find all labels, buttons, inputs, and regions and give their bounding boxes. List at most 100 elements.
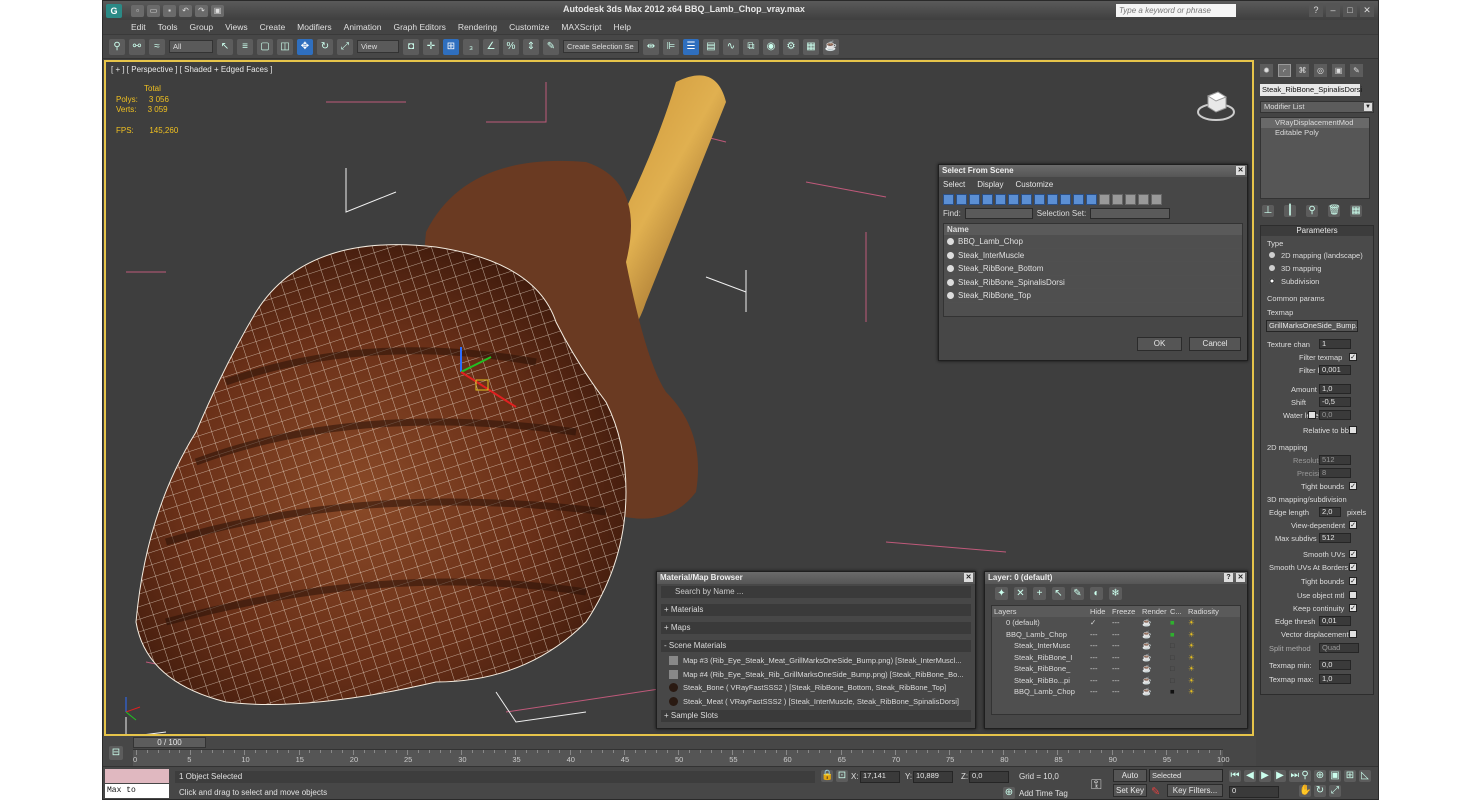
shift-spinner[interactable]: -0,5 (1319, 397, 1351, 407)
spacewarps-filter-icon[interactable] (1008, 194, 1019, 205)
tight-bounds-2d-checkbox[interactable]: ✓ (1349, 482, 1357, 490)
select-scale-icon[interactable]: ⤢ (337, 38, 353, 55)
table-row[interactable]: Steak_RibBo...pi --- --- ☕ □ ☀ (992, 675, 1240, 687)
render-setup-icon[interactable]: ⚙ (783, 38, 799, 55)
amount-spinner[interactable]: 1,0 (1319, 384, 1351, 394)
select-invert-icon[interactable] (1125, 194, 1136, 205)
mirror-icon[interactable]: ⇹ (643, 38, 659, 55)
orbit-icon[interactable]: ↻ (1314, 785, 1326, 797)
find-input[interactable] (964, 208, 1033, 219)
ok-button[interactable]: OK (1137, 337, 1182, 351)
save-icon[interactable]: ▪ (163, 4, 176, 17)
name-column-header[interactable]: Name (944, 224, 1242, 235)
table-row[interactable]: Steak_RibBone_I --- --- ☕ □ ☀ (992, 652, 1240, 664)
menu-graph-editors[interactable]: Graph Editors (387, 20, 451, 34)
materials-group[interactable]: + Materials (661, 604, 971, 616)
set-key-icon[interactable]: ✎ (1151, 785, 1160, 798)
list-item[interactable]: Map #4 (Rib_Eye_Steak_Rib_GrillMarksOneS… (667, 668, 971, 682)
zoom-extents-all-icon[interactable]: ⊞ (1344, 770, 1356, 782)
key-icon[interactable]: ⚿ (1091, 776, 1102, 793)
render-toggle-icon[interactable]: ☕ (1142, 663, 1170, 675)
menu-group[interactable]: Group (184, 20, 220, 34)
absolute-mode-icon[interactable]: ⊡ (836, 770, 848, 782)
select-objects-icon[interactable]: ↖ (1052, 587, 1065, 600)
render-toggle-icon[interactable]: ☕ (1142, 675, 1170, 687)
x-coordinate-field[interactable]: 17,141 (860, 771, 900, 783)
hide-toggle[interactable]: --- (1090, 675, 1112, 687)
motion-tab-icon[interactable]: ◎ (1314, 64, 1327, 77)
water-level-checkbox[interactable] (1308, 411, 1316, 419)
relative-bbox-checkbox[interactable] (1349, 426, 1357, 434)
list-item[interactable]: Steak_InterMuscle (944, 249, 1242, 262)
material-editor-icon[interactable]: ◉ (763, 38, 779, 55)
render-toggle-icon[interactable]: ☕ (1142, 652, 1170, 664)
prev-frame-icon[interactable]: ◀ (1244, 770, 1256, 782)
list-item[interactable]: Map #3 (Rib_Eye_Steak_Meat_GrillMarksOne… (667, 654, 971, 668)
layer-manager-icon[interactable]: ☰ (683, 38, 699, 55)
radiosity-icon[interactable]: ☀ (1188, 629, 1222, 641)
lights-filter-icon[interactable] (969, 194, 980, 205)
hide-toggle[interactable]: --- (1090, 686, 1112, 698)
remove-modifier-icon[interactable]: 🗑 (1328, 205, 1341, 217)
menu-maxscript[interactable]: MAXScript (555, 20, 607, 34)
list-item[interactable]: Steak_Bone ( VRayFastSSS2 ) [Steak_RibBo… (667, 681, 971, 695)
configure-sets-icon[interactable]: ▦ (1350, 205, 1362, 217)
mini-curve-editor-icon[interactable]: ⊟ (109, 746, 123, 760)
filter-blur-spinner[interactable]: 0,001 (1319, 365, 1351, 375)
radio-subdivision[interactable] (1269, 278, 1275, 284)
goto-start-icon[interactable]: ⏮ (1229, 770, 1241, 782)
show-end-result-icon[interactable]: ┃ (1284, 205, 1296, 217)
add-time-tag[interactable]: Add Time Tag (1019, 789, 1068, 798)
frame-track[interactable]: 0 5 10 15 20 25 30 35 40 45 50 55 60 65 70 75 80 85 90 95 10… (133, 749, 1230, 766)
close-icon[interactable]: ✕ (1236, 166, 1245, 175)
freeze-all-icon[interactable]: ❄ (1109, 587, 1122, 600)
material-search-input[interactable]: Search by Name ... (661, 586, 971, 598)
bind-spacewarp-icon[interactable]: ≈ (149, 38, 165, 55)
project-folder-icon[interactable]: ▣ (211, 4, 224, 17)
freeze-toggle[interactable]: --- (1112, 640, 1142, 652)
xrefs-filter-icon[interactable] (1034, 194, 1045, 205)
layer-color-swatch[interactable]: □ (1170, 663, 1188, 675)
menu-tools[interactable]: Tools (152, 20, 184, 34)
menu-rendering[interactable]: Rendering (452, 20, 503, 34)
close-button[interactable]: ✕ (1360, 3, 1374, 17)
rect-selection-icon[interactable]: ▢ (257, 38, 273, 55)
field-of-view-icon[interactable]: ◺ (1359, 770, 1371, 782)
use-object-mtl-checkbox[interactable] (1349, 591, 1357, 599)
select-all-icon[interactable] (1099, 194, 1110, 205)
select-object-icon[interactable]: ↖ (217, 38, 233, 55)
radiosity-icon[interactable]: ☀ (1188, 617, 1222, 629)
resolution-spinner[interactable]: 512 (1319, 455, 1351, 465)
stack-item-editable-poly[interactable]: Editable Poly (1261, 128, 1369, 138)
precision-spinner[interactable]: 8 (1319, 468, 1351, 478)
layer-color-swatch[interactable]: □ (1170, 652, 1188, 664)
time-slider[interactable]: 0 / 100 (133, 737, 206, 748)
create-tab-icon[interactable]: ✹ (1260, 64, 1273, 77)
percent-snap-icon[interactable]: % (503, 38, 519, 55)
render-toggle-icon[interactable]: ☕ (1142, 617, 1170, 629)
col-color[interactable]: C... (1170, 606, 1188, 617)
list-item[interactable]: Steak_RibBone_Bottom (944, 262, 1242, 276)
vector-displacement-checkbox[interactable] (1349, 630, 1357, 638)
tight-bounds-3d-checkbox[interactable]: ✓ (1349, 577, 1357, 585)
radio-3d-mapping[interactable] (1269, 265, 1275, 271)
menu-modifiers[interactable]: Modifiers (291, 20, 337, 34)
keyboard-shortcut-icon[interactable]: ⊞ (443, 38, 459, 55)
menu-customize[interactable]: Customize (503, 20, 555, 34)
lock-selection-icon[interactable]: 🔒 (821, 770, 833, 782)
keep-continuity-checkbox[interactable]: ✓ (1349, 604, 1357, 612)
view-dependent-checkbox[interactable]: ✓ (1349, 521, 1357, 529)
pin-stack-icon[interactable]: ⊥ (1262, 205, 1274, 217)
bones-filter-icon[interactable] (1047, 194, 1058, 205)
freeze-toggle[interactable]: --- (1112, 617, 1142, 629)
hide-all-icon[interactable]: ◐ (1090, 587, 1103, 600)
smooth-uvs-borders-checkbox[interactable]: ✓ (1349, 563, 1357, 571)
z-coordinate-field[interactable]: 0,0 (969, 771, 1009, 783)
hidden-filter-icon[interactable] (1086, 194, 1097, 205)
filter-texmap-checkbox[interactable]: ✓ (1349, 353, 1357, 361)
set-key-button[interactable]: Set Key (1113, 784, 1147, 797)
select-move-icon[interactable]: ✥ (297, 38, 313, 55)
hierarchy-tab-icon[interactable]: ⌘ (1296, 64, 1309, 77)
col-hide[interactable]: Hide (1090, 606, 1112, 617)
time-tag-icon[interactable]: ⊕ (1003, 787, 1015, 799)
